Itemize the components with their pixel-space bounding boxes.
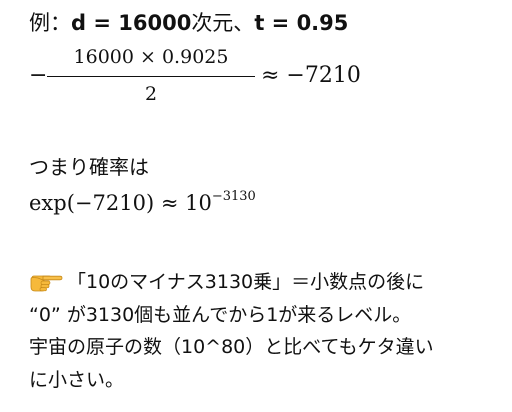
fraction: 16000 × 0.9025 2: [47, 40, 255, 112]
heading-threshold: t = 0.95: [254, 11, 349, 35]
fraction-denominator: 2: [144, 83, 158, 105]
probability-expression: exp(−7210) ≈ 10−3130: [29, 188, 256, 218]
fraction-leading-sign: −: [29, 63, 48, 88]
explanation-line-2: “0” が3130個も並んでから1が来るレベル。: [29, 303, 412, 326]
probability-expression-base: exp(−7210) ≈ 10: [29, 191, 212, 215]
heading-mid: 次元、: [191, 11, 255, 35]
explanation-line-3: 宇宙の原子の数（10^80）と比べてもケタ違い: [29, 336, 434, 358]
pointing-right-hand-icon: [29, 269, 63, 293]
fraction-numerator: 16000 × 0.9025: [73, 46, 229, 68]
probability-expression-exponent: −3130: [211, 189, 256, 204]
probability-label: つまり確率は: [29, 155, 149, 179]
heading-prefix: 例：: [29, 11, 71, 35]
fraction-bar: [47, 76, 255, 77]
fraction-expression: − 16000 × 0.9025 2 ≈ −7210: [29, 40, 449, 112]
fraction-result: ≈ −7210: [261, 63, 361, 88]
explanation-line-1: 「10のマイナス3130乗」＝小数点の後に: [29, 266, 505, 299]
document-page: 例：d = 16000次元、t = 0.95 − 16000 × 0.9025 …: [0, 0, 512, 412]
heading-dimension: d = 16000: [71, 11, 192, 35]
explanation-paragraph: 「10のマイナス3130乗」＝小数点の後に “0” が3130個も並んでから1が…: [29, 266, 505, 396]
explanation-line-1-text: 「10のマイナス3130乗」＝小数点の後に: [67, 271, 425, 293]
explanation-line-4: に小さい。: [29, 368, 125, 391]
example-heading: 例：d = 16000次元、t = 0.95: [29, 8, 348, 38]
